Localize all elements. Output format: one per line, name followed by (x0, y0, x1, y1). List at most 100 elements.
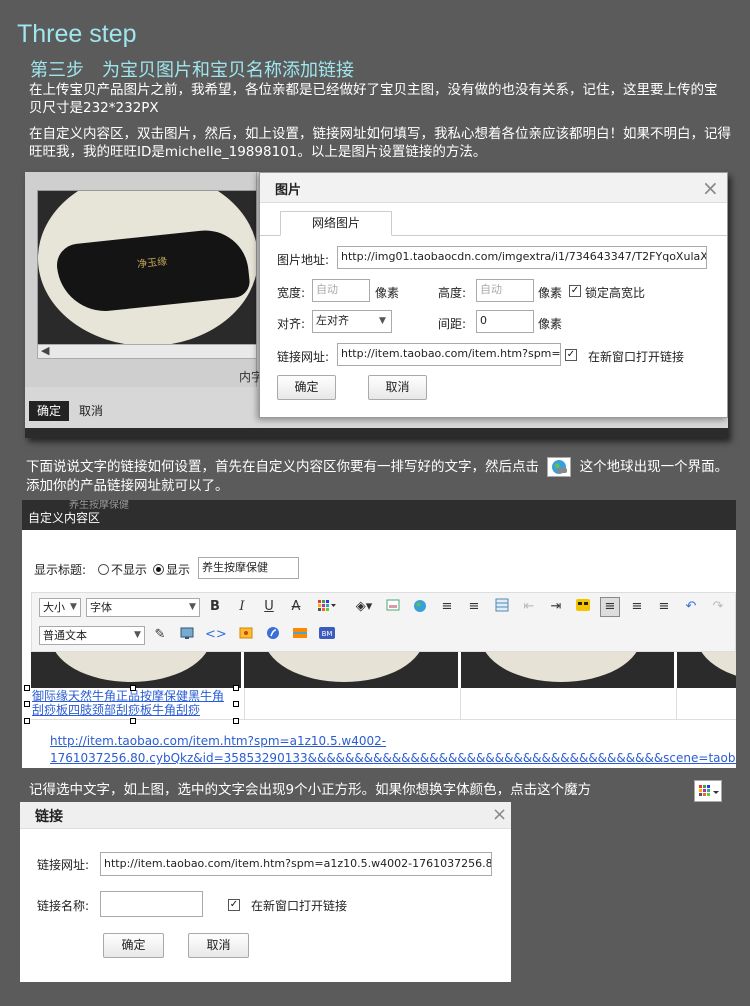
font-size-value: 大小 (43, 601, 65, 614)
ok-button[interactable]: 确定 (277, 375, 336, 400)
ok-button[interactable]: 确定 (103, 933, 164, 958)
strikethrough-icon[interactable]: A (287, 598, 305, 616)
editor-cancel-button[interactable]: 取消 (79, 401, 103, 421)
dialog-titlebar: 链接 × (20, 802, 511, 829)
new-window-checkbox[interactable]: ✓ (228, 899, 240, 911)
dark-strip (25, 428, 728, 438)
spacing-label: 间距: (438, 317, 467, 331)
text-link-paragraph-part1: 下面说说文字的链接如何设置，首先在自定义内容区你要有一排写好的文字，然后点击 (26, 459, 539, 475)
link-name-input[interactable] (100, 891, 203, 917)
spacing-input[interactable]: 0 (476, 310, 534, 333)
selection-handle[interactable] (24, 718, 30, 724)
align-select[interactable]: 左对齐 ▼ (312, 310, 392, 333)
emoticon-icon[interactable] (574, 598, 592, 618)
align-value: 左对齐 (316, 314, 349, 327)
hide-title-radio[interactable] (98, 564, 109, 575)
bullet-list-icon[interactable]: ≡ (438, 598, 456, 616)
link-url-label: 链接网址: (277, 350, 330, 364)
link-url-label: 链接网址: (37, 858, 90, 872)
selected-link-text[interactable]: 御际缘天然牛角正品按摩保健黑牛角刮痧板四肢颈部刮痧板牛角刮痧 (32, 689, 232, 717)
width-input[interactable]: 自动 (312, 279, 370, 302)
image-url-input[interactable]: http://img01.taobaocdn.com/imgextra/i1/7… (337, 246, 707, 269)
font-family-select[interactable]: 字体 ▼ (86, 598, 200, 617)
undo-icon[interactable]: ↶ (682, 598, 700, 616)
insert-template-icon[interactable] (237, 626, 255, 646)
lock-ratio-checkbox[interactable]: ✓ (569, 285, 581, 297)
product-image[interactable]: 净玉缘 (37, 190, 257, 345)
selection-handle[interactable] (233, 718, 239, 724)
custom-content-editor-screenshot: 养生按摩保健 自定义内容区 显示标题: 不显示 显示 养生按摩保健 大小 ▼ 字… (22, 500, 736, 768)
selection-handle[interactable] (24, 685, 30, 691)
module-icon[interactable] (291, 626, 309, 646)
italic-icon[interactable]: I (233, 598, 251, 616)
indent-icon[interactable]: ⇥ (547, 598, 565, 616)
font-size-select[interactable]: 大小 ▼ (39, 598, 81, 617)
chevron-left-icon[interactable]: ◀ (41, 344, 49, 357)
tab-web-image[interactable]: 网络图片 (280, 211, 392, 236)
insert-image-icon[interactable] (384, 598, 402, 618)
cancel-button[interactable]: 取消 (368, 375, 427, 400)
cancel-button[interactable]: 取消 (188, 933, 249, 958)
numbered-list-icon[interactable]: ≡ (465, 598, 483, 616)
fill-color-icon[interactable]: ◈▾ (352, 598, 376, 616)
clear-format-icon[interactable]: ✎ (151, 626, 169, 644)
close-icon[interactable]: × (702, 176, 719, 200)
product-thumb[interactable] (244, 652, 461, 688)
close-icon[interactable]: × (492, 804, 507, 825)
bold-icon[interactable]: B (206, 598, 224, 616)
image-settings-screenshot: 净玉缘 ◀ 内字 确定 取消 图片 × 网络图片 图片地址: http://im… (25, 172, 728, 438)
paragraph-format-select[interactable]: 普通文本 ▼ (39, 626, 145, 645)
align-right-icon[interactable]: ≡ (655, 598, 673, 616)
selection-handle[interactable] (233, 685, 239, 691)
paragraph-format-value: 普通文本 (43, 629, 87, 642)
title-input[interactable]: 养生按摩保健 (198, 557, 299, 579)
new-window-checkbox[interactable]: ✓ (565, 349, 577, 361)
editor-toolbar: 大小 ▼ 字体 ▼ B I U A ◈▾ ≡ ≡ ⇤ ⇥ ≡ ≡ ≡ ↶ ↷ 普… (31, 592, 736, 652)
underline-icon[interactable]: U (260, 598, 278, 616)
globe-link-icon[interactable] (411, 598, 429, 620)
product-thumb[interactable] (461, 652, 677, 688)
align-label: 对齐: (277, 317, 306, 331)
product-plate (264, 652, 424, 682)
selection-handle[interactable] (130, 718, 136, 724)
selection-handle[interactable] (233, 701, 239, 707)
link-url[interactable]: http://item.taobao.com/item.htm?spm=a1z1… (50, 734, 736, 765)
chevron-down-icon: ▼ (379, 316, 386, 326)
link-url-input[interactable]: http://item.taobao.com/item.htm?spm=a1z1 (337, 343, 561, 366)
product-thumb[interactable] (677, 652, 736, 688)
height-input[interactable]: 自动 (476, 279, 534, 302)
table-icon[interactable] (493, 598, 511, 618)
show-title-radio[interactable] (153, 564, 164, 575)
outdent-icon[interactable]: ⇤ (520, 598, 538, 616)
align-center-icon[interactable]: ≡ (628, 598, 646, 616)
cell-divider (460, 688, 461, 720)
show-title-option: 显示 (166, 563, 191, 577)
image-url-label: 图片地址: (277, 253, 330, 267)
horizontal-scrollbar[interactable]: ◀ (37, 344, 257, 359)
lock-ratio-label: 锁定高宽比 (585, 286, 646, 300)
selection-handle[interactable] (24, 701, 30, 707)
font-family-value: 字体 (90, 601, 112, 614)
editor-confirm-button[interactable]: 确定 (29, 401, 69, 421)
source-code-icon[interactable]: <> (205, 626, 227, 644)
redo-icon[interactable]: ↷ (709, 598, 727, 616)
width-label: 宽度: (277, 286, 306, 300)
bm-icon[interactable]: BM (318, 626, 336, 646)
color-grid-icon[interactable] (315, 598, 339, 618)
product-plate (51, 652, 211, 682)
globe-icon (547, 457, 572, 477)
link-url-input[interactable]: http://item.taobao.com/item.htm?spm=a1z1… (100, 852, 492, 876)
selection-handle[interactable] (130, 685, 136, 691)
dialog-title: 图片 (275, 183, 302, 198)
insert-media-icon[interactable] (178, 626, 196, 646)
text-link-paragraph: 下面说说文字的链接如何设置，首先在自定义内容区你要有一排写好的文字，然后点击 这… (26, 457, 736, 495)
link-name-label: 链接名称: (37, 899, 90, 913)
product-thumb[interactable] (31, 652, 244, 688)
flash-icon[interactable] (264, 626, 282, 646)
align-left-icon[interactable]: ≡ (600, 597, 620, 617)
height-label: 高度: (438, 286, 467, 300)
product-image-row (31, 652, 736, 688)
section-heading: Three step (17, 20, 137, 48)
chevron-down-icon: ▼ (134, 630, 141, 640)
image-dialog: 图片 × 网络图片 图片地址: http://img01.taobaocdn.c… (259, 172, 728, 418)
